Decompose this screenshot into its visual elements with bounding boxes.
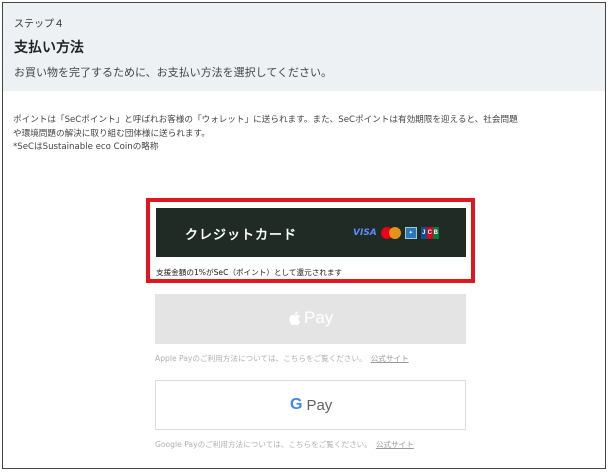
google-pay-label: Pay [306,396,333,414]
google-pay-logo: G Pay [290,396,332,414]
payment-page: ステップ４ 支払い方法 お買い物を完了するために、お支払い方法を選択してください… [2,2,606,469]
amex-icon: ✦ [404,227,417,239]
apple-pay-note: Apple Payのご利用方法については、こちらをご覧ください。 公式サイト [155,353,409,364]
apple-pay-logo: Pay [288,308,333,328]
payment-header: ステップ４ 支払い方法 お買い物を完了するために、お支払い方法を選択してください… [3,3,605,91]
description-line: や環境問題の解決に取り組む団体様に送られます。 [13,128,210,139]
apple-pay-note-text: Apple Payのご利用方法については、こちらをご覧ください。 [155,354,367,363]
apple-pay-official-link[interactable]: 公式サイト [371,354,409,363]
google-pay-official-link[interactable]: 公式サイト [376,440,414,449]
page-subtitle: お買い物を完了するために、お支払い方法を選択してください。 [14,66,333,79]
step-label: ステップ４ [14,19,64,30]
credit-card-note: 支援金額の1%がSeC（ポイント）として還元されます [156,268,343,277]
description-footnote: *SeCはSustainable eco Coinの略称 [13,142,159,152]
jcb-icon: JCB [420,227,439,239]
points-description: ポイントは「SeCポイント」と呼ばれお客様の「ウォレット」に送られます。また、S… [13,114,603,155]
apple-pay-button[interactable]: Pay [155,294,466,344]
google-pay-note-text: Google Payのご利用方法については、こちらをご覧ください。 [155,440,372,449]
apple-icon [289,310,301,325]
card-brand-logos: VISA ✦ JCB [353,226,439,240]
google-pay-button[interactable]: G Pay [155,380,466,430]
apple-pay-label: Pay [304,308,334,327]
mastercard-icon [380,227,401,239]
google-g-icon: G [290,396,303,413]
credit-card-label: クレジットカード [185,227,298,242]
visa-icon: VISA [353,228,377,238]
description-line: ポイントは「SeCポイント」と呼ばれお客様の「ウォレット」に送られます。また、S… [13,115,518,125]
page-title: 支払い方法 [14,40,84,56]
credit-card-button[interactable]: クレジットカード VISA ✦ JCB [156,208,466,257]
google-pay-note: Google Payのご利用方法については、こちらをご覧ください。 公式サイト [155,439,414,450]
